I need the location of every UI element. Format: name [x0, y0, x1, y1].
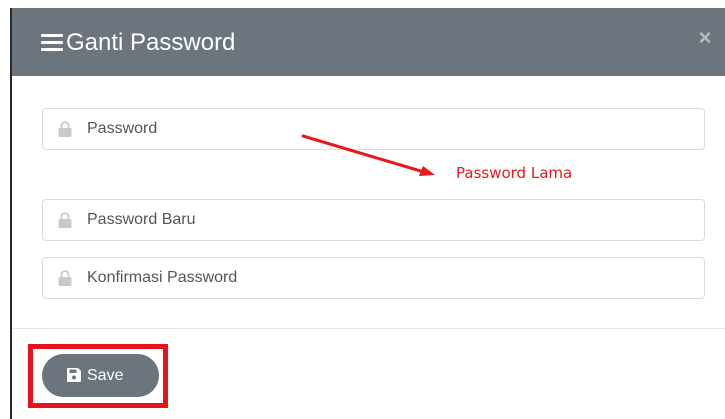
annotation-arrow — [301, 134, 435, 176]
dialog-title: Ganti Password — [66, 29, 236, 56]
floppy-disk-icon — [67, 368, 81, 382]
save-button[interactable]: Save — [42, 354, 159, 397]
confirm-password-field — [42, 257, 705, 299]
menu-icon — [41, 34, 63, 52]
dialog-header: Ganti Password × — [12, 8, 725, 76]
annotation-label: Password Lama — [456, 164, 573, 182]
confirm-password-input[interactable] — [87, 258, 687, 298]
lock-icon — [58, 270, 72, 286]
new-password-field — [42, 199, 705, 241]
save-button-label: Save — [87, 367, 124, 384]
lock-icon — [58, 121, 72, 137]
footer-divider — [12, 328, 725, 329]
lock-icon — [58, 212, 72, 228]
change-password-dialog: Ganti Password × Password Lama Save — [12, 8, 725, 419]
new-password-input[interactable] — [87, 200, 687, 240]
close-icon[interactable]: × — [696, 27, 714, 49]
screenshot-frame: Ganti Password × Password Lama Save — [0, 0, 725, 419]
